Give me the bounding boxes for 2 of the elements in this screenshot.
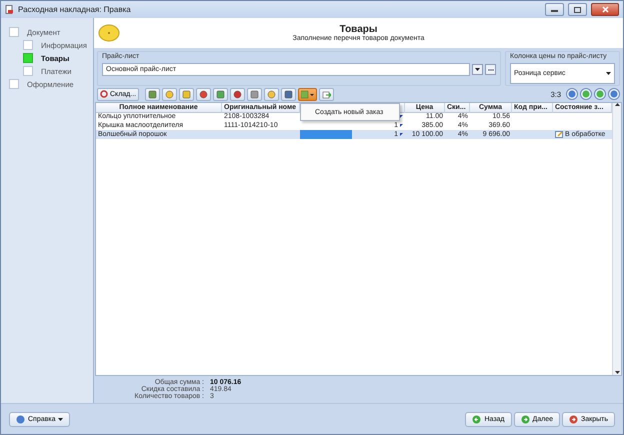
window-title: Расходная накладная: Правка <box>18 5 132 14</box>
page-title: Товары <box>340 24 378 35</box>
